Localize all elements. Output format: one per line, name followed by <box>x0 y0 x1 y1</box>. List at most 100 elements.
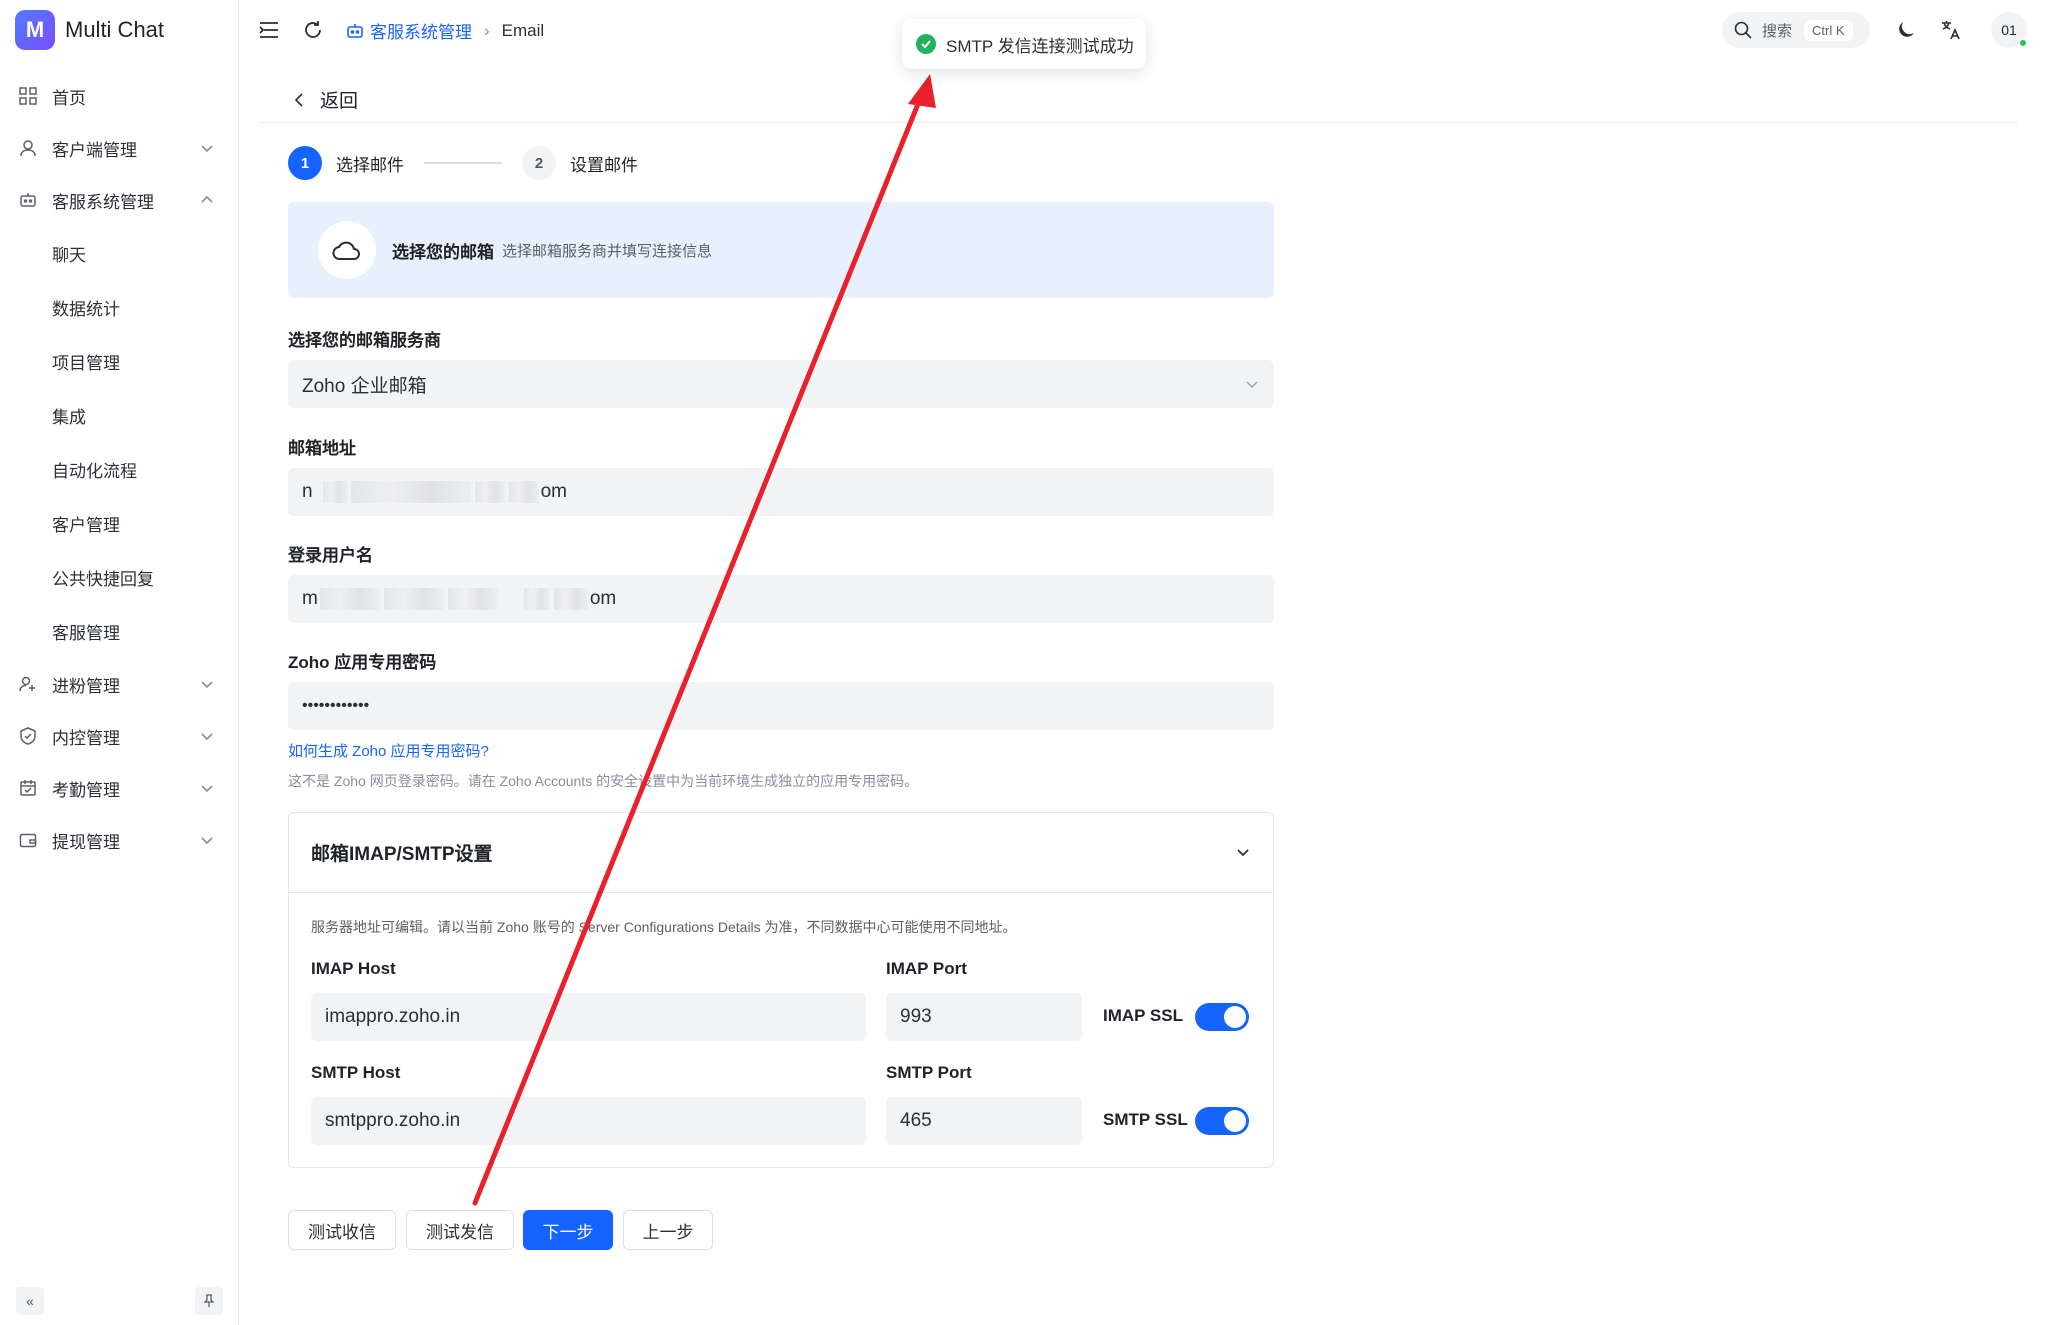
back-button[interactable]: 返回 <box>292 86 358 113</box>
sidebar-item-attendance[interactable]: 考勤管理 <box>0 762 239 814</box>
test-receive-button[interactable]: 测试收信 <box>288 1210 396 1250</box>
calendar-icon <box>18 778 38 798</box>
menu-toggle-icon[interactable] <box>258 19 280 41</box>
smtp-port-input[interactable]: 465 <box>886 1097 1082 1145</box>
sidebar-item-clients[interactable]: 客户端管理 <box>0 122 239 174</box>
dark-mode-icon[interactable] <box>1895 19 1917 41</box>
next-step-button[interactable]: 下一步 <box>523 1210 613 1250</box>
imap-ssl-toggle[interactable] <box>1195 1003 1249 1031</box>
collapse-sidebar-icon[interactable]: « <box>16 1287 44 1315</box>
avatar-text: 01 <box>2001 22 2017 38</box>
sidebar-subitem-label: 集成 <box>52 407 86 427</box>
username-input[interactable]: m om <box>288 575 1274 623</box>
prev-step-button[interactable]: 上一步 <box>623 1210 713 1250</box>
sidebar-item-leads[interactable]: 进粉管理 <box>0 658 239 710</box>
sidebar-item-internal-control[interactable]: 内控管理 <box>0 710 239 762</box>
sidebar-subitem-label: 数据统计 <box>52 299 120 319</box>
online-status-dot <box>2018 38 2028 48</box>
email-prefix: n <box>302 481 313 502</box>
sidebar-subitem-label: 项目管理 <box>52 353 120 373</box>
sidebar-item-withdrawal[interactable]: 提现管理 <box>0 814 239 866</box>
sidebar-subitem-quick-replies[interactable]: 公共快捷回复 <box>0 550 239 604</box>
sidebar-subitem-customers[interactable]: 客户管理 <box>0 496 239 550</box>
username-value-masked: m om <box>302 588 616 610</box>
redaction-blur <box>508 481 539 503</box>
email-input[interactable]: n om <box>288 468 1274 516</box>
chevron-down-icon <box>201 785 213 793</box>
cloud-icon <box>318 221 376 279</box>
sidebar: M Multi Chat 首页 客户端管理 客服系统管理 聊天 数据统计 项目管… <box>0 0 239 1325</box>
step-2-label: 设置邮件 <box>570 155 638 175</box>
robot-icon <box>18 190 38 210</box>
toggle-knob <box>1224 1110 1246 1132</box>
provider-select[interactable]: Zoho 企业邮箱 <box>288 360 1274 408</box>
imap-smtp-panel: 邮箱IMAP/SMTP设置 服务器地址可编辑。请以当前 Zoho 账号的 Ser… <box>288 812 1274 1168</box>
pin-icon[interactable] <box>195 1287 223 1315</box>
sidebar-item-label: 内控管理 <box>52 728 120 748</box>
panel-title: 邮箱IMAP/SMTP设置 <box>311 844 493 865</box>
imap-port-value: 993 <box>900 1006 932 1027</box>
search-shortcut: Ctrl K <box>1804 19 1853 41</box>
sidebar-subitem-stats[interactable]: 数据统计 <box>0 280 239 334</box>
toggle-knob <box>1224 1006 1246 1028</box>
sidebar-item-label: 进粉管理 <box>52 676 120 696</box>
sidebar-subitem-chat[interactable]: 聊天 <box>0 226 239 280</box>
smtp-ssl-toggle[interactable] <box>1195 1107 1249 1135</box>
step-2-indicator: 2 <box>522 146 556 180</box>
email-suffix: om <box>540 481 567 502</box>
sidebar-item-label: 首页 <box>52 88 86 108</box>
step-1-indicator: 1 <box>288 146 322 180</box>
banner-title: 选择您的邮箱 <box>392 242 494 262</box>
search-label: 搜索 <box>1762 22 1793 40</box>
translate-icon[interactable] <box>1940 19 1962 41</box>
redaction-blur <box>383 588 444 610</box>
chevron-right-icon: › <box>484 20 490 40</box>
user-icon <box>18 138 38 158</box>
annotation-arrow-head <box>908 74 936 108</box>
password-input[interactable]: •••••••••••• <box>288 682 1274 730</box>
sidebar-item-label: 客服系统管理 <box>52 192 154 212</box>
redaction-blur <box>319 588 380 610</box>
breadcrumb: 客服系统管理 › Email <box>346 18 544 43</box>
redaction-blur <box>447 588 498 610</box>
smtp-host-value: smtppro.zoho.in <box>325 1110 461 1131</box>
sidebar-item-cs-system[interactable]: 客服系统管理 <box>0 174 239 226</box>
chevron-down-icon <box>1237 849 1249 857</box>
breadcrumb-parent-label: 客服系统管理 <box>370 23 472 42</box>
imap-host-input[interactable]: imappro.zoho.in <box>311 993 866 1041</box>
toast-message: SMTP 发信连接测试成功 <box>946 36 1134 56</box>
test-send-button[interactable]: 测试发信 <box>406 1210 514 1250</box>
shield-icon <box>18 726 38 746</box>
step-1-label: 选择邮件 <box>336 155 404 175</box>
imap-port-input[interactable]: 993 <box>886 993 1082 1041</box>
sidebar-subitem-automation[interactable]: 自动化流程 <box>0 442 239 496</box>
stepper: 1 选择邮件 2 设置邮件 <box>288 146 638 180</box>
check-circle-icon <box>916 34 936 54</box>
sidebar-subitem-label: 客服管理 <box>52 623 120 643</box>
sidebar-subitem-label: 公共快捷回复 <box>52 569 154 589</box>
app-password-help-link[interactable]: 如何生成 Zoho 应用专用密码? <box>288 740 489 761</box>
sidebar-item-home[interactable]: 首页 <box>0 70 239 122</box>
global-search[interactable]: 搜索 Ctrl K <box>1722 12 1870 48</box>
sidebar-subitem-projects[interactable]: 项目管理 <box>0 334 239 388</box>
breadcrumb-parent-link[interactable]: 客服系统管理 <box>346 18 472 43</box>
redaction-blur <box>474 481 505 503</box>
search-icon <box>1734 21 1752 39</box>
sidebar-item-label: 考勤管理 <box>52 780 120 800</box>
avatar[interactable]: 01 <box>1991 12 2028 48</box>
brand[interactable]: M Multi Chat <box>15 10 164 50</box>
sidebar-subitem-agents[interactable]: 客服管理 <box>0 604 239 658</box>
imap-host-label: IMAP Host <box>311 959 396 978</box>
smtp-host-input[interactable]: smtppro.zoho.in <box>311 1097 866 1145</box>
refresh-icon[interactable] <box>302 19 324 41</box>
sidebar-item-label: 客户端管理 <box>52 140 137 160</box>
imap-smtp-panel-header[interactable]: 邮箱IMAP/SMTP设置 <box>289 813 1273 893</box>
username-prefix: m <box>302 588 318 609</box>
wallet-icon <box>18 830 38 850</box>
app-name: Multi Chat <box>65 17 165 42</box>
imap-port-label: IMAP Port <box>886 959 967 978</box>
sidebar-subitem-label: 聊天 <box>52 245 86 265</box>
success-toast: SMTP 发信连接测试成功 <box>902 19 1146 69</box>
sidebar-subitem-integration[interactable]: 集成 <box>0 388 239 442</box>
provider-value: Zoho 企业邮箱 <box>302 375 427 397</box>
